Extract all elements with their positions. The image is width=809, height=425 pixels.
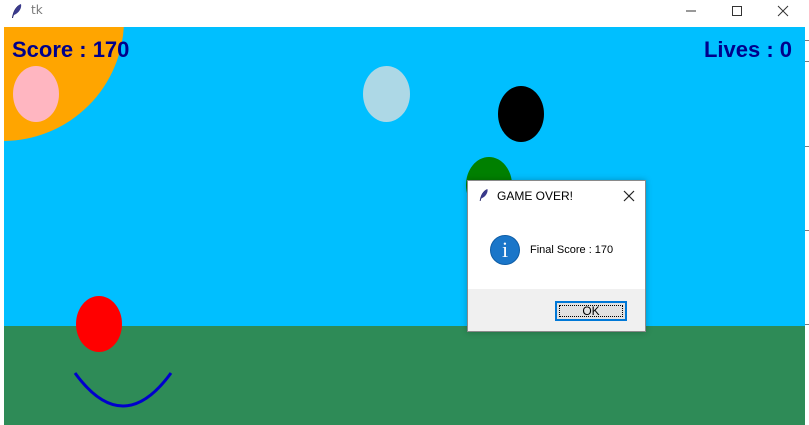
window-right-edge xyxy=(805,27,809,425)
close-button[interactable] xyxy=(760,0,806,22)
window-title: tk xyxy=(31,3,43,17)
maximize-button[interactable] xyxy=(714,0,760,22)
score-label: Score : 170 xyxy=(12,37,130,62)
dialog-close-button[interactable] xyxy=(616,183,642,209)
focus-ring xyxy=(559,305,623,317)
game-over-dialog: GAME OVER! i Final Score : 170 OK xyxy=(467,180,646,332)
ball-red xyxy=(76,296,122,352)
game-window: tk Score : 170 Lives : 0 GAME OVER! i Fi… xyxy=(0,0,809,425)
edge-tick xyxy=(805,324,809,325)
final-score-message: Final Score : 170 xyxy=(530,244,614,256)
close-icon xyxy=(623,190,635,202)
minimize-button[interactable] xyxy=(668,0,714,22)
game-canvas[interactable]: Score : 170 Lives : 0 xyxy=(4,27,805,425)
minimize-icon xyxy=(686,10,696,12)
dialog-title: GAME OVER! xyxy=(497,189,574,203)
feather-icon xyxy=(478,187,490,203)
feather-icon xyxy=(10,3,24,19)
maximize-icon xyxy=(732,6,742,16)
lives-label: Lives : 0 xyxy=(703,37,792,62)
edge-tick xyxy=(805,61,809,62)
ball-black xyxy=(498,86,544,142)
window-titlebar[interactable]: tk xyxy=(0,0,809,22)
edge-tick xyxy=(805,146,809,147)
dialog-footer: OK xyxy=(468,289,645,331)
ball-light-blue xyxy=(363,66,410,122)
catcher-arc[interactable] xyxy=(72,369,174,409)
dialog-titlebar[interactable]: GAME OVER! xyxy=(468,181,645,211)
dialog-body: i Final Score : 170 xyxy=(468,211,645,289)
edge-tick xyxy=(805,40,809,41)
edge-tick xyxy=(805,230,809,231)
ok-button[interactable]: OK xyxy=(555,301,627,321)
info-icon: i xyxy=(490,235,520,265)
close-icon xyxy=(777,5,789,17)
ball-pink xyxy=(13,66,59,122)
